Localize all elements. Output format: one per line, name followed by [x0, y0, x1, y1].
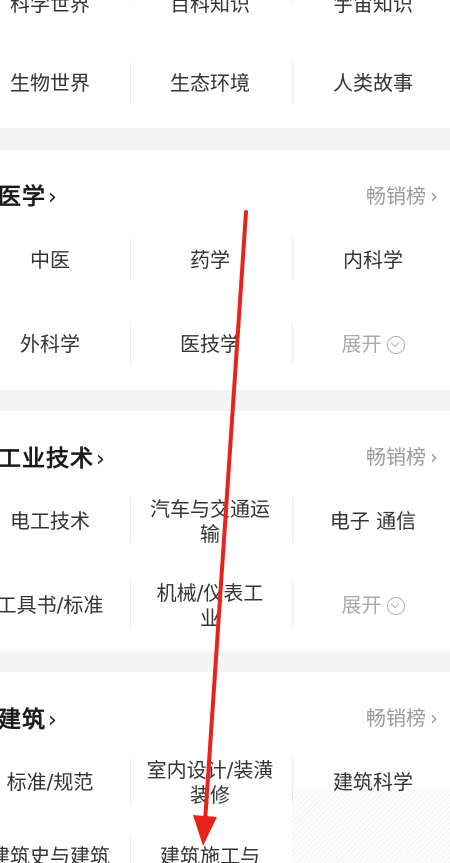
- annotation-arrow-icon: [193, 210, 248, 846]
